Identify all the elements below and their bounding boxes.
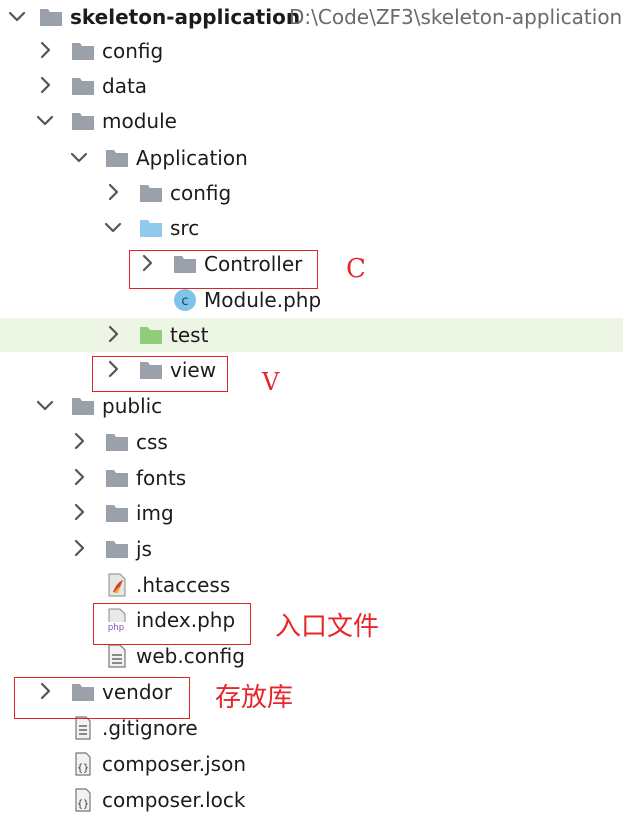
tree-row-public-folder[interactable]: public <box>0 389 623 423</box>
folder-icon <box>70 108 96 134</box>
config-file-icon <box>104 643 130 669</box>
tree-item-label: composer.json <box>102 752 247 776</box>
chevron-right-icon[interactable] <box>100 179 126 205</box>
tree-row-test-folder[interactable]: test <box>0 318 623 352</box>
tree-item-label: test <box>170 323 209 347</box>
tree-row-application-config-folder[interactable]: config <box>0 176 623 210</box>
tree-item-label: config <box>170 181 232 205</box>
tree-row-fonts-folder[interactable]: fonts <box>0 461 623 495</box>
tree-item-label: public <box>102 394 163 418</box>
tree-item-label: src <box>170 216 200 240</box>
project-path: D:\Code\ZF3\skeleton-application <box>289 5 623 29</box>
tree-row-module-folder[interactable]: module <box>0 104 623 138</box>
folder-icon <box>104 429 130 455</box>
tree-row-application-folder[interactable]: Application <box>0 141 623 175</box>
chevron-down-icon[interactable] <box>100 214 126 240</box>
folder-icon <box>104 500 130 526</box>
controller-highlight-box <box>129 250 318 289</box>
tree-row-data-folder[interactable]: data <box>0 69 623 103</box>
folder-icon <box>70 38 96 64</box>
svg-text:{}: {} <box>77 763 89 774</box>
folder-icon <box>38 4 64 30</box>
tree-item-label: Application <box>136 146 248 170</box>
folder-icon <box>104 465 130 491</box>
json-file-icon: {} <box>70 787 96 813</box>
htaccess-file-icon <box>104 572 130 598</box>
tree-item-label: composer.lock <box>102 788 246 812</box>
chevron-right-icon[interactable] <box>32 37 58 63</box>
chevron-down-icon[interactable] <box>4 3 30 29</box>
tree-row-composer-json-file[interactable]: {} composer.json <box>0 747 623 781</box>
tree-row-img-folder[interactable]: img <box>0 496 623 530</box>
chevron-right-icon[interactable] <box>66 428 92 454</box>
tree-item-label: data <box>102 74 148 98</box>
chevron-right-icon[interactable] <box>66 464 92 490</box>
tree-item-label: img <box>136 501 174 525</box>
tree-item-label: css <box>136 430 168 454</box>
tree-row-config-folder[interactable]: config <box>0 34 623 68</box>
tree-row-src-folder[interactable]: src <box>0 211 623 245</box>
controller-annotation: C <box>346 254 366 284</box>
project-tree: skeleton-application D:\Code\ZF3\skeleton… <box>0 0 623 820</box>
folder-icon <box>70 393 96 419</box>
svg-text:{}: {} <box>77 799 89 810</box>
view-annotation: V <box>262 368 280 396</box>
chevron-right-icon[interactable] <box>66 499 92 525</box>
chevron-right-icon[interactable] <box>32 72 58 98</box>
vendor-highlight-box <box>14 677 190 719</box>
chevron-down-icon[interactable] <box>66 144 92 170</box>
tree-item-label: skeleton-application <box>70 5 301 29</box>
tree-item-label: config <box>102 39 164 63</box>
tree-row-css-folder[interactable]: css <box>0 425 623 459</box>
svg-text:c: c <box>181 294 188 309</box>
folder-icon <box>70 73 96 99</box>
chevron-right-icon[interactable] <box>66 535 92 561</box>
tree-item-label: module <box>102 109 177 133</box>
tree-row-js-folder[interactable]: js <box>0 532 623 566</box>
library-annotation: 存放库 <box>215 683 294 713</box>
chevron-down-icon[interactable] <box>32 392 58 418</box>
folder-icon <box>104 145 130 171</box>
entry-file-annotation: 入口文件 <box>275 612 380 642</box>
tree-item-label: web.config <box>136 644 245 668</box>
index-highlight-box <box>93 603 251 645</box>
chevron-right-icon[interactable] <box>100 321 126 347</box>
json-file-icon: {} <box>70 751 96 777</box>
folder-icon <box>104 536 130 562</box>
tree-item-label: fonts <box>136 466 187 490</box>
tree-item-label: js <box>136 537 152 561</box>
tree-item-label: .htaccess <box>136 573 231 597</box>
tree-row-project-root[interactable]: skeleton-application D:\Code\ZF3\skeleton… <box>0 0 623 34</box>
tree-row-composer-lock-file[interactable]: {} composer.lock <box>0 783 623 817</box>
folder-icon <box>138 180 164 206</box>
tree-item-label: Module.php <box>204 288 322 312</box>
view-highlight-box <box>92 356 228 392</box>
source-folder-icon <box>138 215 164 241</box>
php-class-icon: c <box>172 287 198 313</box>
tree-row-htaccess-file[interactable]: .htaccess <box>0 568 623 602</box>
chevron-down-icon[interactable] <box>32 107 58 133</box>
test-folder-icon <box>138 322 164 348</box>
